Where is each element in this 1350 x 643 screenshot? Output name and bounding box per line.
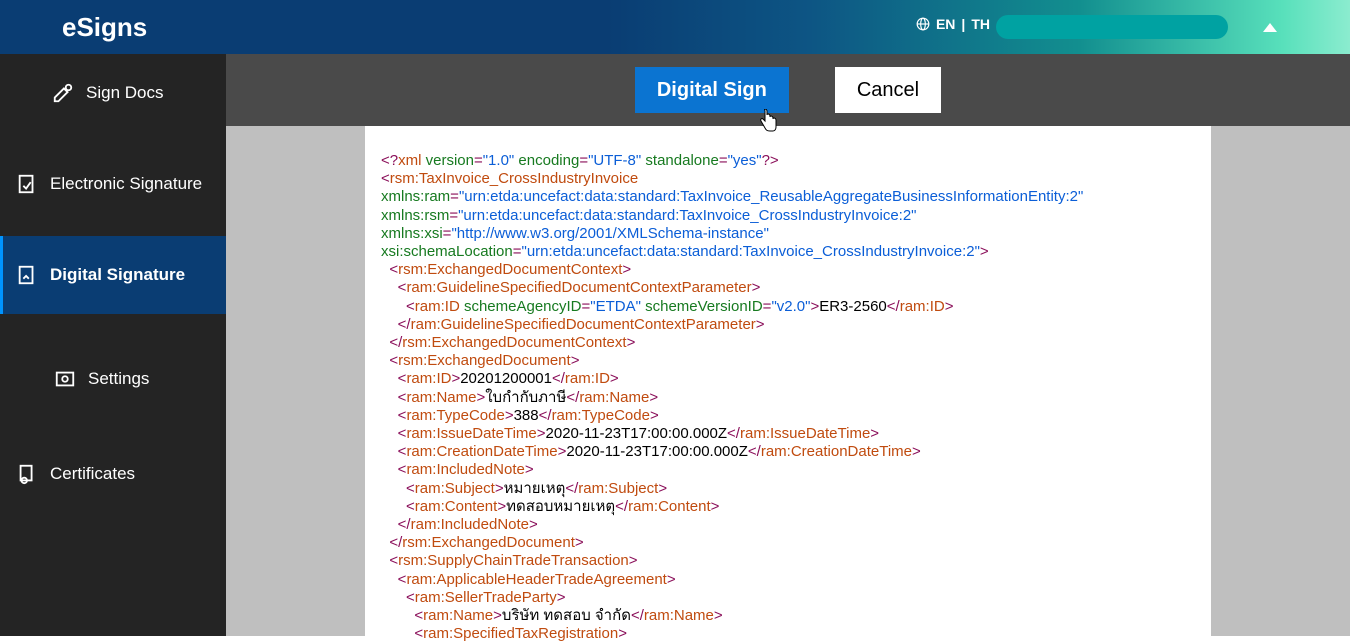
- doc-pen-icon: [16, 173, 38, 195]
- action-bar: Digital Sign Cancel: [226, 54, 1350, 126]
- certificate-icon: [16, 463, 38, 485]
- doc-sign-icon: [16, 264, 38, 286]
- nav-settings[interactable]: Settings: [0, 314, 226, 444]
- language-switch[interactable]: EN | TH: [916, 16, 990, 32]
- nav-label: Electronic Signature: [50, 174, 202, 194]
- digital-sign-button[interactable]: Digital Sign: [635, 67, 789, 113]
- cursor-hand-icon: [758, 109, 778, 133]
- nav-digital-signature[interactable]: Digital Signature: [0, 236, 226, 314]
- xml-source: <?xml version="1.0" encoding="UTF-8" sta…: [381, 152, 1195, 643]
- nav-certificates[interactable]: Certificates: [0, 444, 226, 504]
- nav-label: Settings: [88, 369, 149, 389]
- nav-label: Sign Docs: [86, 83, 163, 103]
- globe-icon: [916, 17, 930, 31]
- app-logo: eSigns: [62, 12, 147, 43]
- settings-icon: [54, 368, 76, 390]
- xml-viewer[interactable]: <?xml version="1.0" encoding="UTF-8" sta…: [365, 126, 1211, 636]
- sidebar: Sign Docs Electronic Signature Digital S…: [0, 54, 226, 636]
- header-search-pill[interactable]: [996, 15, 1228, 39]
- content-area: <?xml version="1.0" encoding="UTF-8" sta…: [226, 126, 1350, 636]
- chevron-up-icon: [1263, 23, 1277, 32]
- nav-electronic-signature[interactable]: Electronic Signature: [0, 132, 226, 236]
- nav-label: Certificates: [50, 464, 135, 484]
- lang-th[interactable]: TH: [971, 16, 990, 32]
- header-collapse-button[interactable]: [1230, 0, 1310, 54]
- pen-icon: [52, 82, 74, 104]
- lang-en[interactable]: EN: [936, 16, 955, 32]
- cancel-button[interactable]: Cancel: [835, 67, 941, 113]
- nav-sign-docs[interactable]: Sign Docs: [0, 54, 226, 132]
- nav-label: Digital Signature: [50, 265, 185, 285]
- lang-sep: |: [961, 16, 965, 32]
- app-header: eSigns EN | TH: [0, 0, 1350, 54]
